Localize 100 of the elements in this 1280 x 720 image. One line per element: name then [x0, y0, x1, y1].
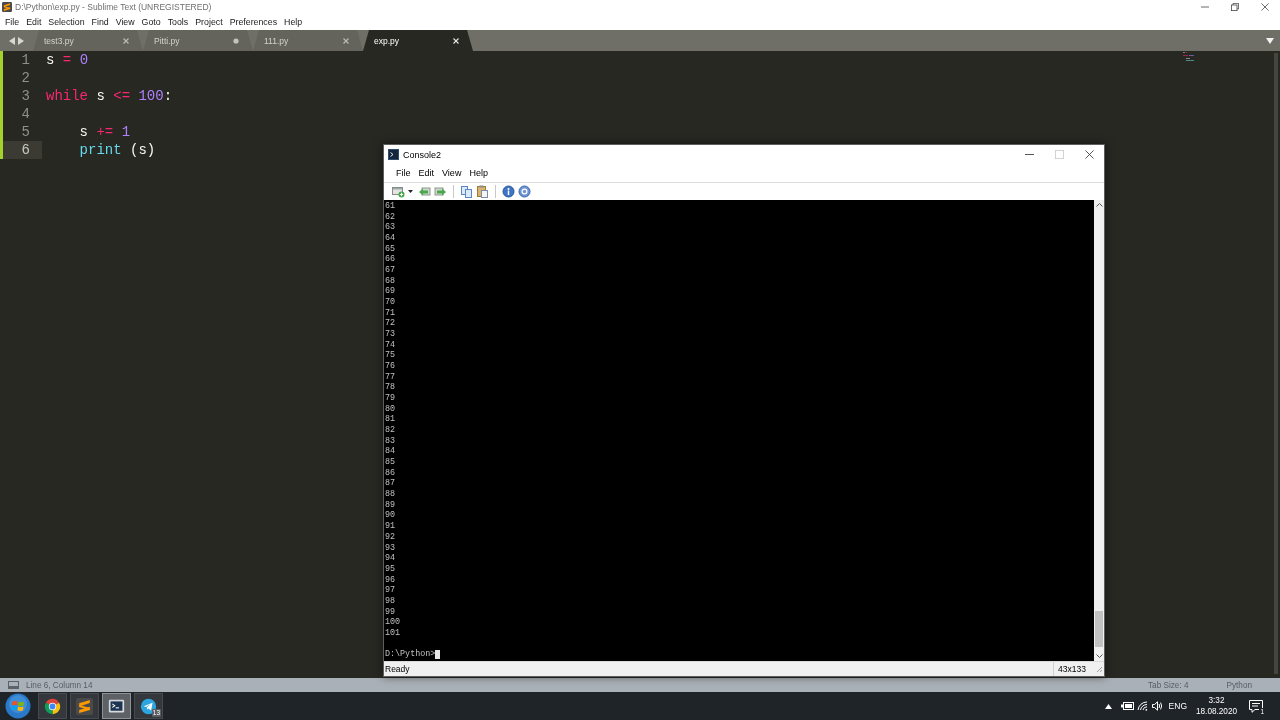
menu-item[interactable]: Tools [167, 17, 189, 27]
menu-item[interactable]: Edit [26, 17, 42, 27]
console-output-line: 66 [385, 254, 396, 265]
console-output-line: 78 [385, 382, 396, 393]
console-output-line: 95 [385, 563, 396, 574]
info-icon[interactable] [502, 185, 515, 198]
menu-item[interactable]: Edit [418, 168, 435, 178]
console-output-line: 64 [385, 233, 396, 243]
start-orb-icon[interactable] [5, 693, 31, 719]
console-output-line: 92 [385, 531, 396, 542]
speaker-icon[interactable] [1151, 701, 1163, 711]
editor-logo-icon [76, 697, 93, 715]
scrollbar[interactable] [1094, 200, 1104, 661]
console-output-line: 99 [385, 606, 396, 617]
console-output-line: 77 [385, 371, 396, 382]
close-icon[interactable] [1261, 3, 1269, 11]
console-output-line: 84 [385, 446, 396, 457]
menu-item[interactable]: View [442, 168, 462, 178]
console-output-line: 75 [385, 350, 396, 361]
clock-button[interactable]: 3:32 18.08.2020 [1196, 695, 1237, 717]
menu-item[interactable]: Help [469, 168, 488, 178]
console-output-line: 86 [385, 467, 396, 478]
console-output-line: 82 [385, 425, 396, 436]
tab[interactable]: Pitti.py [143, 30, 253, 51]
console-output-line: 71 [385, 307, 396, 318]
console-output-line: 61 [385, 201, 396, 211]
chevron-up-icon[interactable] [1104, 703, 1112, 709]
line-number: 2 [20, 69, 31, 87]
console-prompt: D:\Python> [385, 649, 436, 660]
line-number: 3 [20, 87, 31, 105]
tab[interactable]: test3.py [33, 30, 143, 51]
panel-icon[interactable] [8, 681, 19, 689]
paste-icon[interactable] [476, 185, 489, 198]
line-number: 1 [20, 51, 31, 69]
copy-icon[interactable] [460, 185, 473, 198]
tab[interactable]: 111.py [253, 30, 363, 51]
app-logo-icon [2, 2, 12, 12]
terminal-icon [108, 697, 125, 715]
battery-icon[interactable] [1120, 702, 1134, 710]
restore-icon[interactable] [1231, 3, 1239, 11]
code-line: s += 1 [79, 123, 131, 141]
menu-item[interactable]: Selection [48, 17, 85, 27]
console-output-line: 83 [385, 435, 396, 446]
console-output-line: 98 [385, 595, 396, 606]
console-output-line: 63 [385, 222, 396, 233]
taskbar-button[interactable] [102, 693, 131, 719]
console-output-line: 94 [385, 553, 396, 564]
resize-grip-icon[interactable] [1095, 665, 1103, 673]
console-output-line: 91 [385, 521, 396, 532]
menu-item[interactable]: File [5, 17, 20, 27]
menu-item[interactable]: Preferences [229, 17, 278, 27]
console-output-line: 88 [385, 489, 396, 500]
minimap[interactable] [1183, 52, 1197, 61]
line-number: 5 [20, 123, 31, 141]
arrow-right-icon[interactable] [434, 185, 447, 198]
scroll-down-icon[interactable] [1095, 654, 1103, 658]
notification-icon[interactable] [1249, 700, 1263, 713]
caret-icon[interactable] [408, 190, 413, 193]
menu-item[interactable]: Find [91, 17, 109, 27]
console-output-line: 74 [385, 339, 396, 350]
status-text: Ready [385, 664, 410, 674]
unsaved-dot-icon[interactable] [233, 37, 239, 44]
arrow-right-icon[interactable] [18, 36, 24, 45]
window-title: Console2 [403, 149, 442, 160]
console-output-line: 80 [385, 403, 396, 414]
tab[interactable]: exp.py [363, 30, 473, 51]
code-line: s = 0 [46, 51, 89, 69]
window-title: D:\Python\exp.py - Sublime Text (UNREGISTERED) [15, 2, 212, 12]
terminal-icon [388, 149, 399, 160]
menu-item[interactable]: File [396, 168, 411, 178]
dropdown-icon[interactable] [1266, 37, 1274, 44]
menu-item[interactable]: Goto [141, 17, 161, 27]
console-output-line: 96 [385, 574, 396, 585]
help-icon[interactable] [518, 185, 531, 198]
console-output-line: 62 [385, 211, 396, 222]
console-output-line: 76 [385, 361, 396, 372]
line-number: 4 [20, 105, 31, 123]
scrollbar-thumb[interactable] [1095, 611, 1103, 647]
console-output-line: 87 [385, 478, 396, 489]
menu-item[interactable]: View [115, 17, 135, 27]
console-output-line: 72 [385, 318, 396, 329]
taskbar-button[interactable] [38, 693, 67, 719]
language-indicator[interactable]: ENG [1168, 701, 1187, 711]
wifi-icon[interactable] [1136, 701, 1148, 711]
console-output-line: 65 [385, 243, 396, 254]
console-output-line: 73 [385, 329, 396, 340]
text-cursor-icon [435, 650, 441, 660]
console-output-line: 70 [385, 297, 396, 308]
console-output-line: 90 [385, 510, 396, 521]
line-number: 6 [3, 141, 42, 159]
console-output-line: 79 [385, 393, 396, 404]
arrow-left-icon[interactable] [9, 36, 15, 45]
arrow-left-icon[interactable] [418, 185, 431, 198]
menu-item[interactable]: Help [284, 17, 303, 27]
menu-item[interactable]: Project [195, 17, 223, 27]
taskbar-button[interactable] [70, 693, 99, 719]
close-icon[interactable] [1084, 150, 1094, 159]
console-output-line: 101 [385, 627, 401, 638]
console-output-line: 97 [385, 585, 396, 596]
scroll-up-icon[interactable] [1095, 203, 1103, 207]
